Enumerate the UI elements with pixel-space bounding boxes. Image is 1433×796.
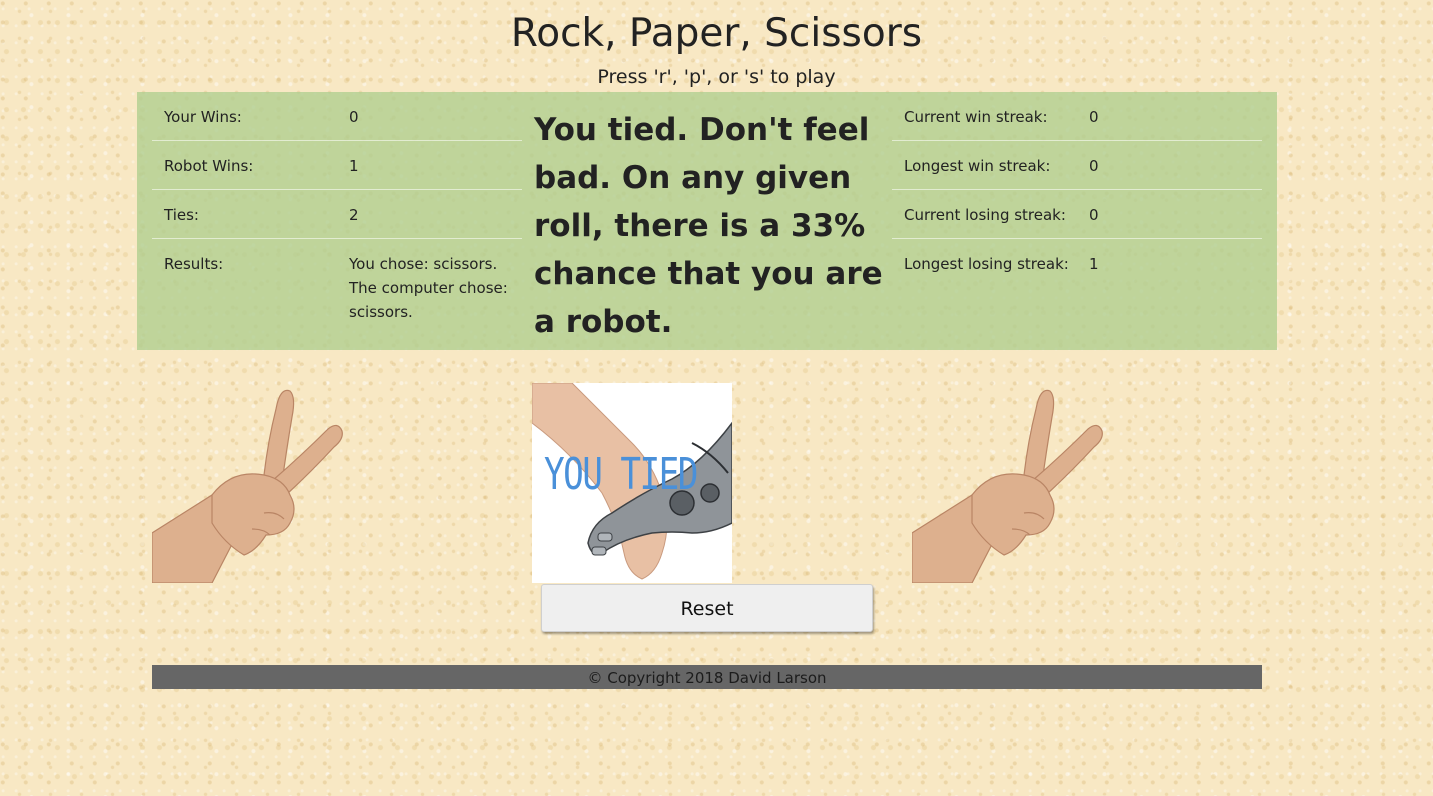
stat-label: Your Wins: — [164, 108, 242, 126]
player-choice-text: You chose: scissors. — [349, 255, 498, 273]
play-instructions: Press 'r', 'p', or 's' to play — [597, 66, 836, 88]
stat-value: 0 — [1089, 108, 1099, 126]
scissors-hand-icon — [152, 389, 343, 583]
result-overlay-text: YOU TIED — [544, 449, 698, 500]
score-stats: Your Wins: 0 Robot Wins: 1 Ties: 2 Resul… — [152, 92, 522, 321]
page-title: Rock, Paper, Scissors — [510, 11, 923, 56]
stat-row-current-losing-streak: Current losing streak: 0 — [892, 190, 1262, 239]
results-value: You chose: scissors. The computer chose:… — [349, 252, 514, 324]
results-label: Results: — [164, 255, 224, 273]
stat-value: 1 — [349, 157, 359, 175]
result-image: YOU TIED — [532, 383, 732, 583]
stat-label: Current losing streak: — [904, 206, 1066, 224]
computer-choice-text: The computer chose: scissors. — [349, 279, 508, 321]
stat-label: Longest losing streak: — [904, 255, 1069, 273]
stat-value: 1 — [1089, 255, 1099, 273]
stat-row-ties: Ties: 2 — [152, 190, 522, 239]
player-choice-image — [152, 383, 352, 583]
reset-button[interactable]: Reset — [541, 584, 873, 632]
stat-value: 0 — [1089, 206, 1099, 224]
stat-row-robot-wins: Robot Wins: 1 — [152, 141, 522, 190]
stat-value: 2 — [349, 206, 359, 224]
streak-stats: Current win streak: 0 Longest win streak… — [892, 92, 1262, 273]
stat-label: Current win streak: — [904, 108, 1048, 126]
stat-label: Ties: — [164, 206, 199, 224]
stat-label: Longest win streak: — [904, 157, 1051, 175]
stat-row-longest-win-streak: Longest win streak: 0 — [892, 141, 1262, 190]
copyright-footer: © Copyright 2018 David Larson — [152, 665, 1262, 689]
result-message: You tied. Don't feel bad. On any given r… — [534, 112, 883, 340]
stat-value: 0 — [1089, 157, 1099, 175]
stat-row-your-wins: Your Wins: 0 — [152, 92, 522, 141]
scoreboard-panel: Your Wins: 0 Robot Wins: 1 Ties: 2 Resul… — [137, 92, 1277, 350]
computer-choice-image — [912, 383, 1112, 583]
scissors-hand-icon — [912, 389, 1103, 583]
stat-row-current-win-streak: Current win streak: 0 — [892, 92, 1262, 141]
stat-value: 0 — [349, 108, 359, 126]
stat-label: Robot Wins: — [164, 157, 254, 175]
